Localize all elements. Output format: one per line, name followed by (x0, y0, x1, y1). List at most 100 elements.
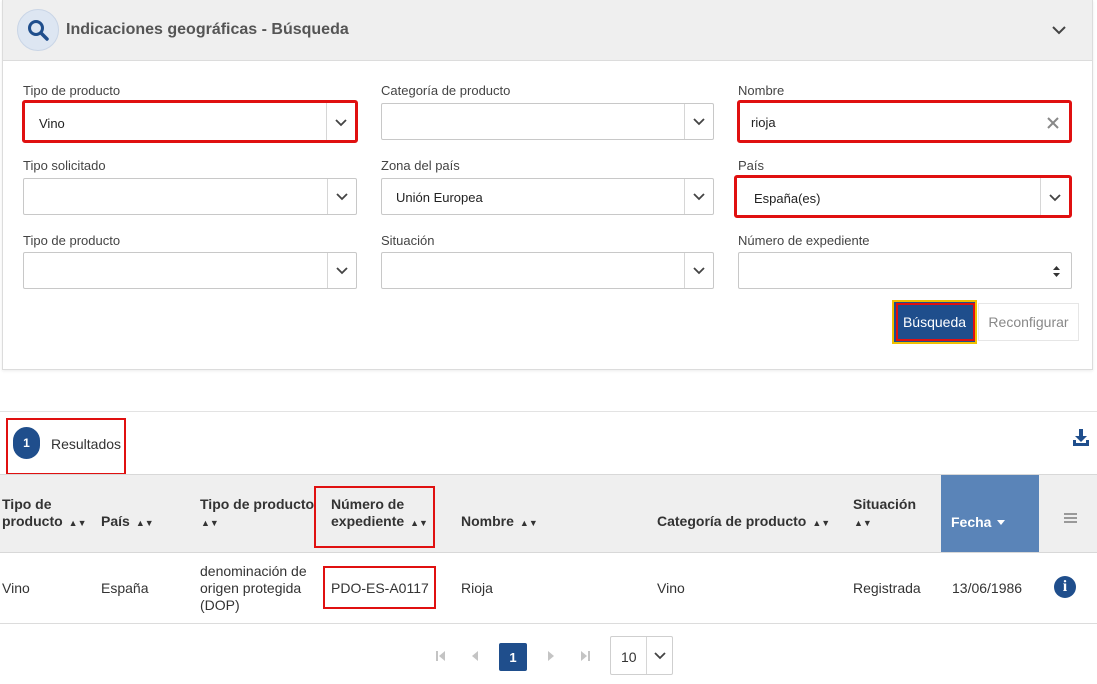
prev-page-icon[interactable] (470, 650, 480, 662)
chevron-down-icon (654, 652, 666, 660)
chevron-down-icon (693, 118, 705, 126)
col-fecha[interactable]: Fecha (941, 475, 1039, 552)
table-header (0, 474, 1097, 553)
tipo-producto-select[interactable]: Vino (22, 100, 358, 143)
col-pais[interactable]: País ▲▼ (101, 513, 154, 532)
tipo-producto-2-label: Tipo de producto (23, 233, 121, 248)
expediente-label: Número de expediente (738, 233, 870, 248)
categoria-label: Categoría de producto (381, 83, 511, 98)
search-button[interactable]: Búsqueda (892, 300, 977, 344)
chevron-down-icon[interactable] (1048, 20, 1070, 40)
chevron-down-icon (336, 193, 348, 201)
col-categoria-label: Categoría de producto (657, 513, 807, 529)
cell-categoria: Vino (657, 580, 685, 596)
search-icon (17, 9, 59, 51)
results-bar (0, 411, 1097, 475)
categoria-select[interactable] (381, 103, 714, 140)
cell-tipo-producto: denominación de origen protegida (DOP) (200, 563, 307, 614)
last-page-icon[interactable] (580, 650, 592, 662)
cell-situacion: Registrada (853, 580, 921, 596)
cell-fecha: 13/06/1986 (952, 580, 1023, 596)
cell-tipo-producto-line3: (DOP) (200, 597, 240, 613)
cell-tipo-producto-line1: denominación de (200, 563, 307, 579)
col-tipo-de-producto[interactable]: Tipo de producto ▲▼ (200, 496, 314, 532)
page-size-select[interactable]: 10 (610, 636, 673, 675)
col-categoria[interactable]: Categoría de producto ▲▼ (657, 513, 830, 532)
cell-expediente: PDO-ES-A0117 (331, 580, 429, 596)
tipo-producto-value: Vino (39, 116, 65, 131)
next-page-icon[interactable] (546, 650, 556, 662)
nombre-value: rioja (751, 115, 776, 130)
select-separator (684, 104, 685, 139)
column-menu-icon[interactable] (1064, 513, 1077, 523)
col-situacion[interactable]: Situación ▲▼ (853, 496, 916, 532)
table-row (0, 553, 1097, 624)
sort-desc-icon (997, 520, 1005, 525)
col-tipo-line2: producto (2, 513, 63, 529)
spinner-icon[interactable] (1052, 265, 1061, 278)
pais-label: País (738, 158, 765, 173)
sort-icon: ▲▼ (135, 518, 154, 528)
reset-button-label: Reconfigurar (988, 314, 1069, 330)
pais-select[interactable]: España(es) (734, 175, 1072, 218)
col-numero-expediente[interactable]: Número de expediente ▲▼ (331, 496, 428, 532)
clear-icon[interactable] (1047, 117, 1059, 129)
zona-select[interactable]: Unión Europea (381, 178, 714, 215)
col-nombre[interactable]: Nombre ▲▼ (461, 513, 538, 532)
select-separator (646, 637, 647, 674)
sort-icon: ▲▼ (854, 518, 872, 528)
tipo-solicitado-label: Tipo solicitado (23, 158, 106, 173)
sort-icon: ▲▼ (519, 518, 538, 528)
col-pais-label: País (101, 513, 130, 529)
select-separator (1040, 178, 1041, 215)
col-nombre-label: Nombre (461, 513, 514, 529)
col-num-line2: expediente (331, 513, 405, 529)
col-num-line1: Número de (331, 496, 405, 512)
tipo-solicitado-select[interactable] (23, 178, 357, 215)
cell-tipo: Vino (2, 580, 30, 596)
zona-label: Zona del país (381, 158, 460, 173)
sort-icon: ▲▼ (410, 518, 428, 528)
zona-value: Unión Europea (396, 190, 483, 205)
cell-tipo-producto-line2: origen protegida (200, 580, 302, 596)
select-separator (326, 103, 327, 140)
situacion-select[interactable] (381, 252, 714, 289)
first-page-icon[interactable] (434, 650, 446, 662)
reset-button[interactable]: Reconfigurar (978, 303, 1079, 341)
page-size-value: 10 (621, 649, 637, 665)
search-button-label: Búsqueda (902, 314, 967, 330)
col-tipo-de-producto-label: Tipo de producto (200, 496, 315, 512)
col-fecha-label: Fecha (951, 514, 992, 530)
current-page-button[interactable]: 1 (499, 643, 527, 671)
select-separator (327, 253, 328, 288)
col-tipo-line1: Tipo de (2, 496, 52, 512)
chevron-down-icon (336, 267, 348, 275)
chevron-down-icon (335, 119, 347, 127)
select-separator (327, 179, 328, 214)
cell-nombre: Rioja (461, 580, 493, 596)
tipo-producto-label: Tipo de producto (23, 83, 121, 98)
sort-icon: ▲▼ (812, 518, 831, 528)
chevron-down-icon (693, 193, 705, 201)
chevron-down-icon (693, 267, 705, 275)
col-tipo-producto[interactable]: Tipo de producto ▲▼ (2, 496, 86, 532)
sort-icon: ▲▼ (68, 518, 87, 528)
cell-pais: España (101, 580, 149, 596)
col-situacion-label: Situación (853, 496, 917, 512)
chevron-down-icon (1049, 194, 1061, 202)
sort-icon: ▲▼ (201, 518, 219, 528)
tipo-producto-2-select[interactable] (23, 252, 357, 289)
situacion-label: Situación (381, 233, 435, 248)
panel-header[interactable]: Indicaciones geográficas - Búsqueda (3, 0, 1092, 61)
nombre-label: Nombre (738, 83, 785, 98)
pais-value: España(es) (754, 191, 821, 206)
select-separator (684, 179, 685, 214)
nombre-input[interactable]: rioja (737, 100, 1072, 143)
panel-title: Indicaciones geográficas - Búsqueda (66, 21, 349, 38)
select-separator (684, 253, 685, 288)
results-count-badge: 1 (13, 427, 40, 459)
expediente-input[interactable] (738, 252, 1072, 289)
download-icon[interactable] (1071, 428, 1091, 448)
results-label: Resultados (51, 436, 122, 452)
info-icon[interactable]: i (1054, 576, 1076, 598)
